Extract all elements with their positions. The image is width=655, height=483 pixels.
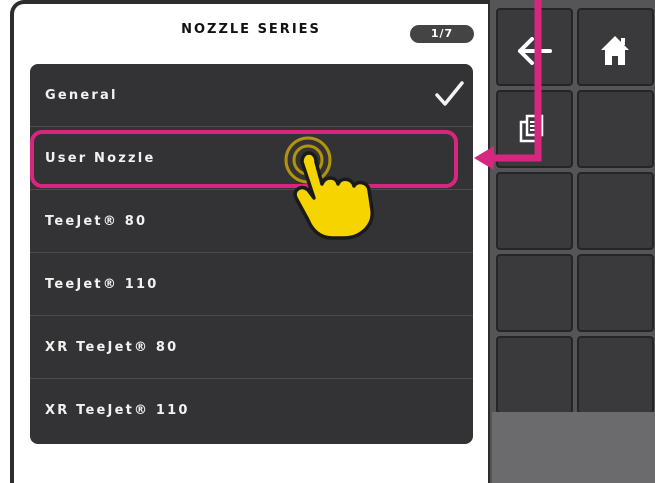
tap-gesture-hand-icon bbox=[284, 136, 374, 240]
empty-side-button[interactable] bbox=[577, 172, 654, 250]
list-item-general[interactable]: General bbox=[30, 64, 473, 127]
home-icon bbox=[601, 36, 629, 65]
checkmark-icon bbox=[435, 81, 464, 106]
page-indicator-badge: 1/7 bbox=[410, 25, 474, 43]
list-item-label: XR TeeJet® 80 bbox=[45, 340, 179, 355]
back-button[interactable] bbox=[496, 8, 573, 86]
list-item-xr-teejet-110[interactable]: XR TeeJet® 110 bbox=[30, 379, 473, 442]
list-item-label: General bbox=[45, 88, 118, 103]
copy-button[interactable] bbox=[496, 90, 573, 168]
back-arrow-icon bbox=[518, 37, 552, 65]
list-item-xr-teejet-80[interactable]: XR TeeJet® 80 bbox=[30, 316, 473, 379]
empty-side-button[interactable] bbox=[496, 254, 573, 332]
empty-side-button[interactable] bbox=[577, 254, 654, 332]
list-item-teejet-110[interactable]: TeeJet® 110 bbox=[30, 253, 473, 316]
list-item-label: XR TeeJet® 110 bbox=[45, 403, 190, 418]
copy-icon bbox=[519, 114, 544, 143]
list-item-teejet-80[interactable]: TeeJet® 80 bbox=[30, 190, 473, 253]
empty-side-button[interactable] bbox=[577, 336, 654, 414]
empty-side-button[interactable] bbox=[496, 172, 573, 250]
empty-side-button[interactable] bbox=[577, 90, 654, 168]
empty-side-button[interactable] bbox=[496, 336, 573, 414]
nozzle-series-list: General User Nozzle TeeJet® 80 TeeJet® 1… bbox=[30, 64, 473, 444]
list-item-label: TeeJet® 110 bbox=[45, 277, 159, 292]
side-panel-footer bbox=[492, 412, 655, 483]
home-button[interactable] bbox=[577, 8, 654, 86]
list-item-label: TeeJet® 80 bbox=[45, 214, 148, 229]
